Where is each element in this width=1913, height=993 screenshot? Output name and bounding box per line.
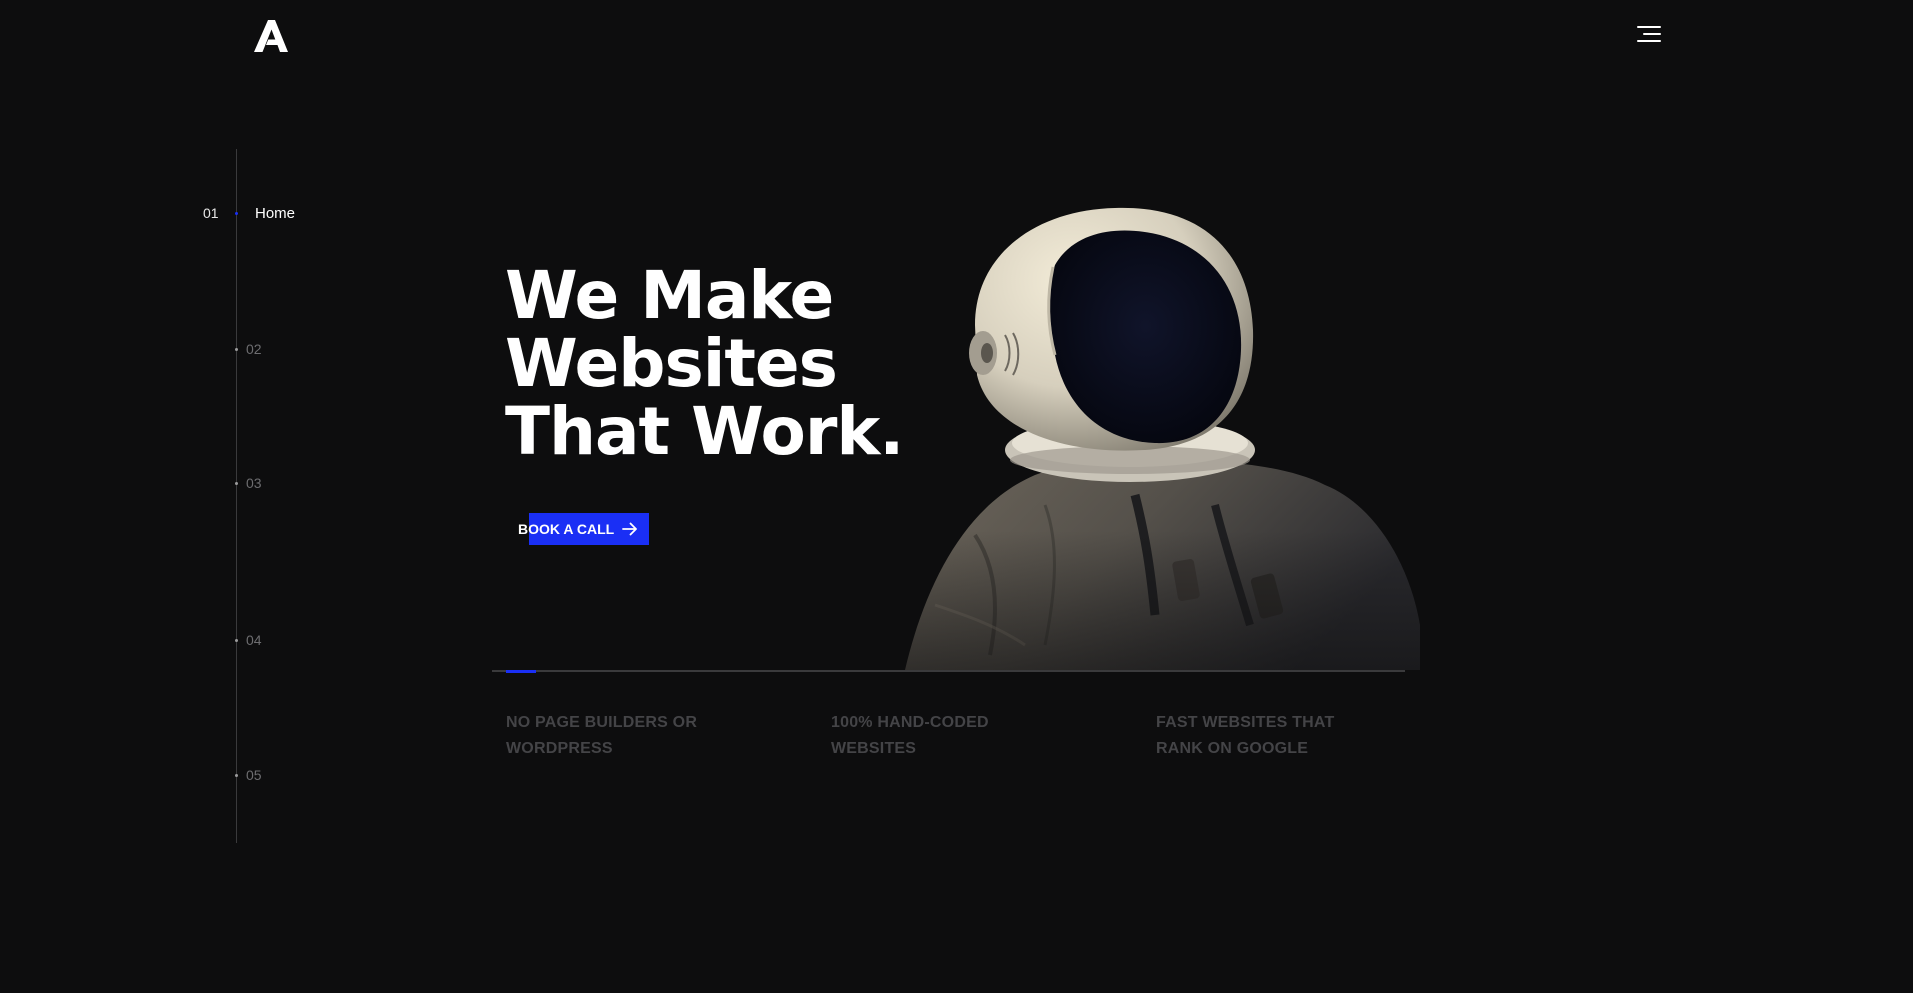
- section-nav-label: Home: [255, 205, 296, 222]
- section-nav-number: 04: [246, 632, 262, 648]
- section-nav-dot: [235, 212, 238, 215]
- feature-item: FAST WEBSITES THAT RANK ON GOOGLE: [1156, 714, 1335, 757]
- hero-title: We Make Websites That Work.: [505, 257, 904, 470]
- hero-title-line: Websites: [505, 325, 838, 402]
- book-a-call-button[interactable]: BOOK A CALL: [518, 513, 650, 545]
- section-nav-line: [236, 149, 237, 843]
- section-nav-dot: [235, 482, 238, 485]
- section-nav-dot: [235, 348, 238, 351]
- feature-item: 100% HAND-CODED WEBSITES: [831, 714, 989, 757]
- section-nav-dot: [235, 774, 238, 777]
- hero-title-line: We Make: [505, 257, 834, 334]
- page: 01 Home 02 03 04 05 We Make Websites Tha…: [0, 0, 1913, 993]
- logo-a-icon[interactable]: [254, 20, 288, 52]
- section-nav-dot: [235, 639, 238, 642]
- astronaut-illustration: [905, 205, 1420, 670]
- section-nav-number: 02: [246, 341, 262, 357]
- section-nav-number: 05: [246, 767, 262, 783]
- hamburger-menu-icon[interactable]: [1637, 24, 1665, 46]
- slide-progress-track: [492, 670, 1405, 672]
- section-nav-number: 03: [246, 475, 262, 491]
- book-a-call-label: BOOK A CALL: [518, 521, 615, 537]
- arrow-right-icon: [622, 522, 638, 536]
- section-nav-number: 01: [203, 205, 219, 221]
- hero-title-line: That Work.: [505, 393, 904, 470]
- feature-item: NO PAGE BUILDERS OR WORDPRESS: [506, 714, 698, 757]
- slide-progress-indicator: [506, 670, 536, 673]
